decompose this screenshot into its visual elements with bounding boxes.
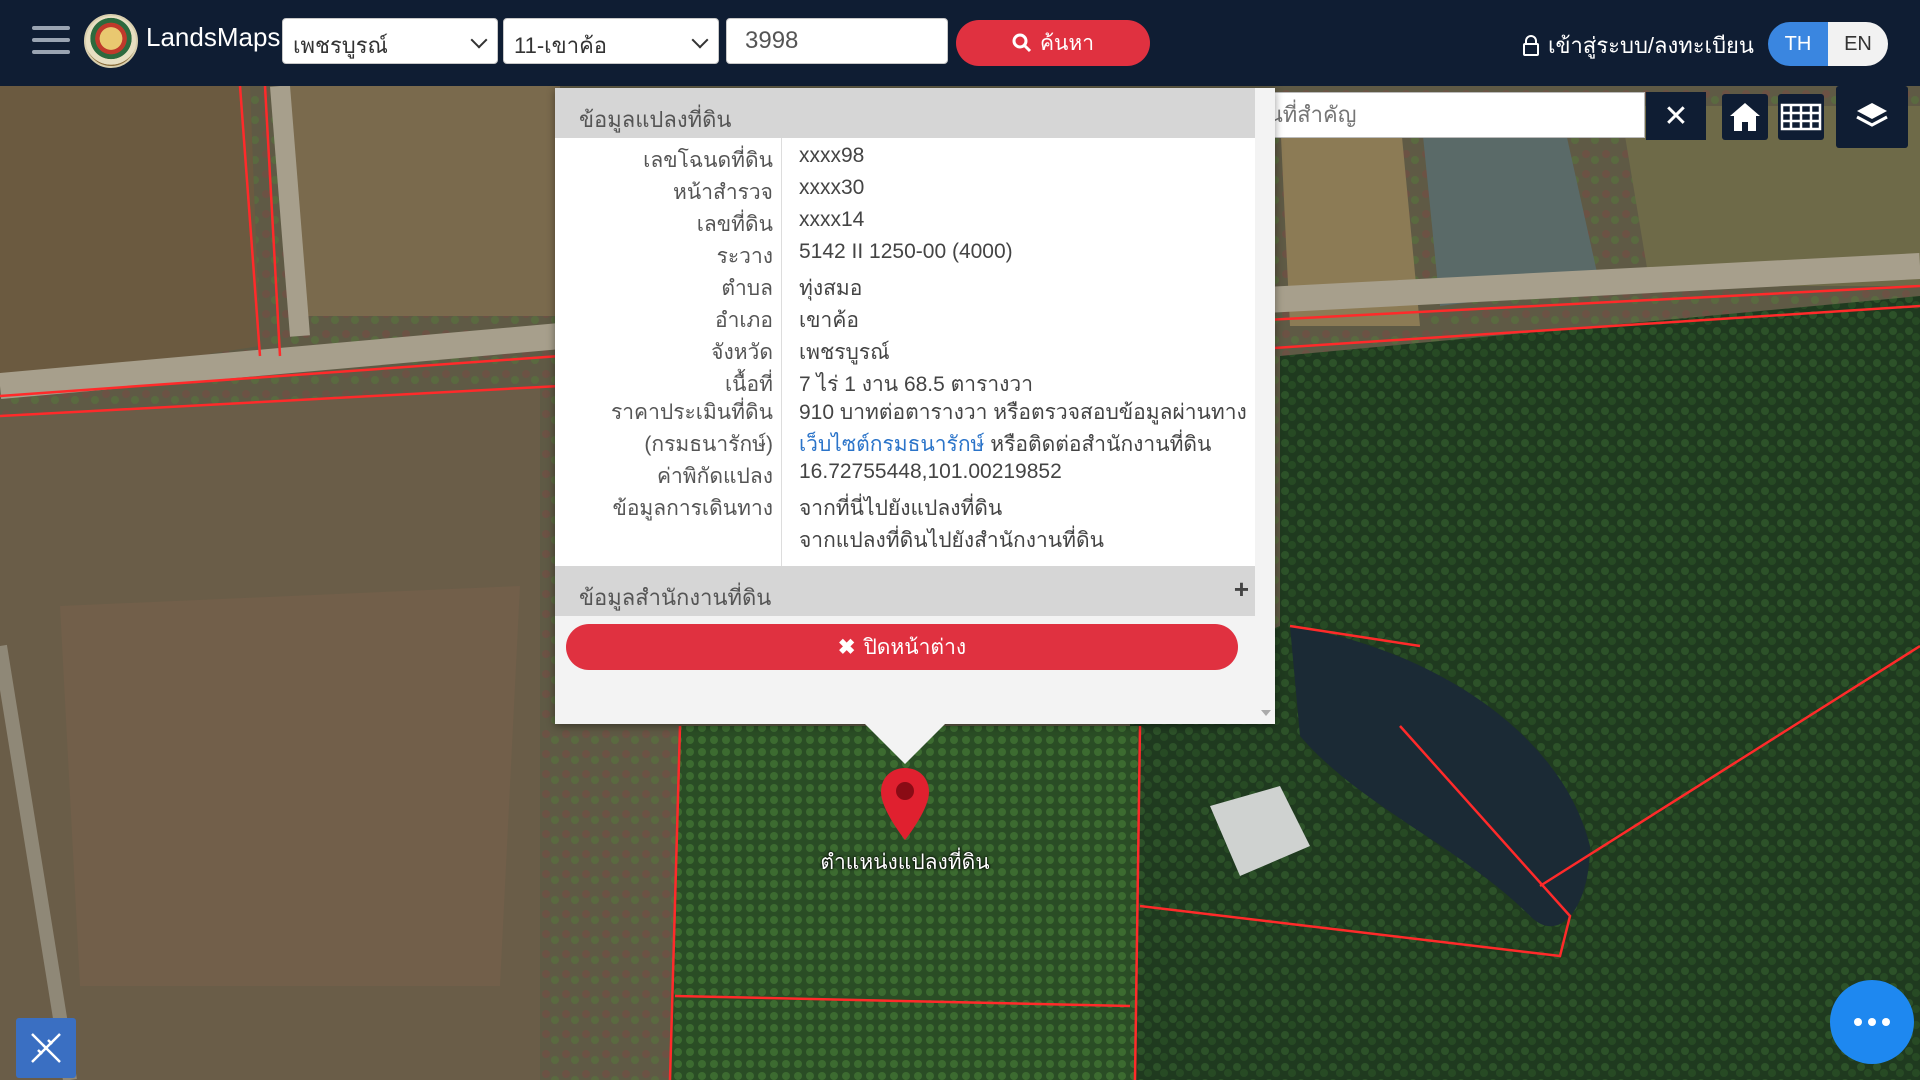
more-dots-icon — [1882, 1018, 1890, 1026]
row-label: ระวาง — [716, 245, 773, 268]
layers-button[interactable] — [1836, 86, 1908, 148]
table-row: เลขที่ดิน xxxx14 — [555, 208, 1255, 240]
table-row: ค่าพิกัดแปลง 16.72755448,101.00219852 — [555, 460, 1255, 492]
magnifier-icon — [1012, 33, 1032, 53]
parcel-info-table: เลขโฉนดที่ดิน xxxx98 หน้าสำรวจ xxxx30 เลขที่… — [555, 138, 1255, 566]
row-label: อำเภอ — [714, 309, 773, 332]
close-window-button[interactable]: ✖ ปิดหน้าต่าง — [566, 624, 1238, 670]
parcel-info-popup: ข้อมูลแปลงที่ดิน เลขโฉนดที่ดิน xxxx98 หน้า… — [555, 88, 1275, 724]
row-label: ข้อมูลการเดินทาง — [612, 497, 773, 520]
row-value: ทุ่งสมอ — [799, 277, 863, 300]
row-label: ราคาประเมินที่ดิน — [610, 401, 773, 424]
layers-icon — [1856, 103, 1888, 127]
x-icon: ✖ — [837, 635, 856, 659]
grid-button[interactable] — [1778, 94, 1824, 140]
row-label: ค่าพิกัดแปลง — [656, 465, 773, 488]
clear-search-close-icon[interactable]: ✕ — [1646, 92, 1706, 140]
map-pin-icon[interactable] — [878, 766, 932, 842]
row-value: xxxx30 — [799, 176, 865, 199]
province-select-value: เพชรบูรณ์ — [293, 33, 388, 58]
popup-pointer — [865, 724, 945, 764]
parcel-number-input[interactable] — [726, 18, 948, 64]
search-button-label: ค้นหา — [1039, 31, 1095, 55]
row-value: 5142 II 1250-00 (4000) — [799, 240, 1013, 263]
hamburger-menu-icon[interactable] — [32, 26, 70, 58]
row-label: (กรมธนารักษ์) — [644, 433, 773, 456]
login-register-label: เข้าสู่ระบบ/ลงทะเบียน — [1548, 33, 1754, 58]
table-row: (กรมธนารักษ์) เว็บไซต์กรมธนารักษ์ หรือติ… — [555, 428, 1255, 460]
close-window-label: ปิดหน้าต่าง — [863, 635, 967, 659]
table-row: ตำบล ทุ่งสมอ — [555, 272, 1255, 304]
table-row: จังหวัด เพชรบูรณ์ — [555, 336, 1255, 368]
row-value: 910 บาทต่อตารางวา หรือตรวจสอบข้อมูลผ่านท… — [799, 401, 1247, 424]
directions-to-parcel-link[interactable]: จากที่นี่ไปยังแปลงที่ดิน — [799, 492, 1002, 525]
plus-expand-icon[interactable]: + — [1234, 574, 1249, 605]
row-label: หน้าสำรวจ — [673, 181, 773, 204]
table-row: ข้อมูลการเดินทาง จากที่นี่ไปยังแปลงที่ดิ… — [555, 492, 1255, 524]
popup-scrollbar[interactable] — [1255, 88, 1275, 724]
table-row: จากแปลงที่ดินไปยังสำนักงานที่ดิน — [555, 524, 1255, 556]
row-label: เลขโฉนดที่ดิน — [643, 149, 773, 172]
more-dots-icon — [1854, 1018, 1862, 1026]
row-value: เพชรบูรณ์ — [799, 341, 890, 364]
measure-tool-button[interactable] — [16, 1018, 76, 1078]
table-row: เลขโฉนดที่ดิน xxxx98 — [555, 144, 1255, 176]
scroll-down-arrow-icon[interactable] — [1261, 710, 1271, 716]
section-parcel-info-header[interactable]: ข้อมูลแปลงที่ดิน — [555, 88, 1255, 138]
contact-land-office-text: หรือติดต่อสำนักงานที่ดิน — [984, 433, 1212, 456]
marker-label: ตำแหน่งแปลงที่ดิน — [820, 851, 990, 874]
district-select[interactable]: 11-เขาค้อ — [503, 18, 719, 64]
home-icon — [1730, 103, 1760, 131]
row-label: ตำบล — [721, 277, 773, 300]
top-navbar: LandsMaps เพชรบูรณ์ 11-เขาค้อ ค้นหา เข้า… — [0, 0, 1920, 86]
table-row: ระวาง 5142 II 1250-00 (4000) — [555, 240, 1255, 272]
treasury-website-link[interactable]: เว็บไซต์กรมธนารักษ์ — [799, 433, 984, 456]
grid-icon — [1780, 103, 1822, 131]
table-row: อำเภอ เขาค้อ — [555, 304, 1255, 336]
search-button[interactable]: ค้นหา — [956, 20, 1150, 66]
coordinates-link[interactable]: 16.72755448,101.00219852 — [799, 460, 1062, 484]
row-value: xxxx14 — [799, 208, 865, 231]
section-land-office-title: ข้อมูลสำนักงานที่ดิน — [579, 585, 772, 610]
lang-th-button[interactable]: TH — [1768, 22, 1828, 66]
row-value: เว็บไซต์กรมธนารักษ์ หรือติดต่อสำนักงานที… — [799, 428, 1211, 461]
more-dots-button[interactable] — [1830, 980, 1914, 1064]
more-dots-icon — [1868, 1018, 1876, 1026]
row-label: จังหวัด — [711, 341, 773, 364]
lock-icon — [1523, 34, 1539, 56]
section-land-office-header[interactable]: ข้อมูลสำนักงานที่ดิน + — [555, 566, 1255, 616]
directions-to-office-link[interactable]: จากแปลงที่ดินไปยังสำนักงานที่ดิน — [799, 524, 1104, 557]
district-select-value: 11-เขาค้อ — [514, 33, 608, 58]
row-value: เขาค้อ — [799, 309, 859, 332]
table-row: หน้าสำรวจ xxxx30 — [555, 176, 1255, 208]
lang-en-button[interactable]: EN — [1828, 22, 1888, 66]
home-button[interactable] — [1722, 94, 1768, 140]
login-register-link[interactable]: เข้าสู่ระบบ/ลงทะเบียน — [1522, 28, 1754, 63]
brand-name: LandsMaps — [146, 22, 281, 52]
ruler-pencil-icon — [31, 1033, 61, 1063]
row-value: xxxx98 — [799, 144, 865, 167]
department-of-lands-logo — [84, 14, 138, 68]
row-label: เลขที่ดิน — [696, 213, 773, 236]
province-select[interactable]: เพชรบูรณ์ — [282, 18, 498, 64]
chevron-down-icon — [470, 31, 488, 49]
table-row: ราคาประเมินที่ดิน 910 บาทต่อตารางวา หรือ… — [555, 396, 1255, 428]
chevron-down-icon — [691, 31, 709, 49]
